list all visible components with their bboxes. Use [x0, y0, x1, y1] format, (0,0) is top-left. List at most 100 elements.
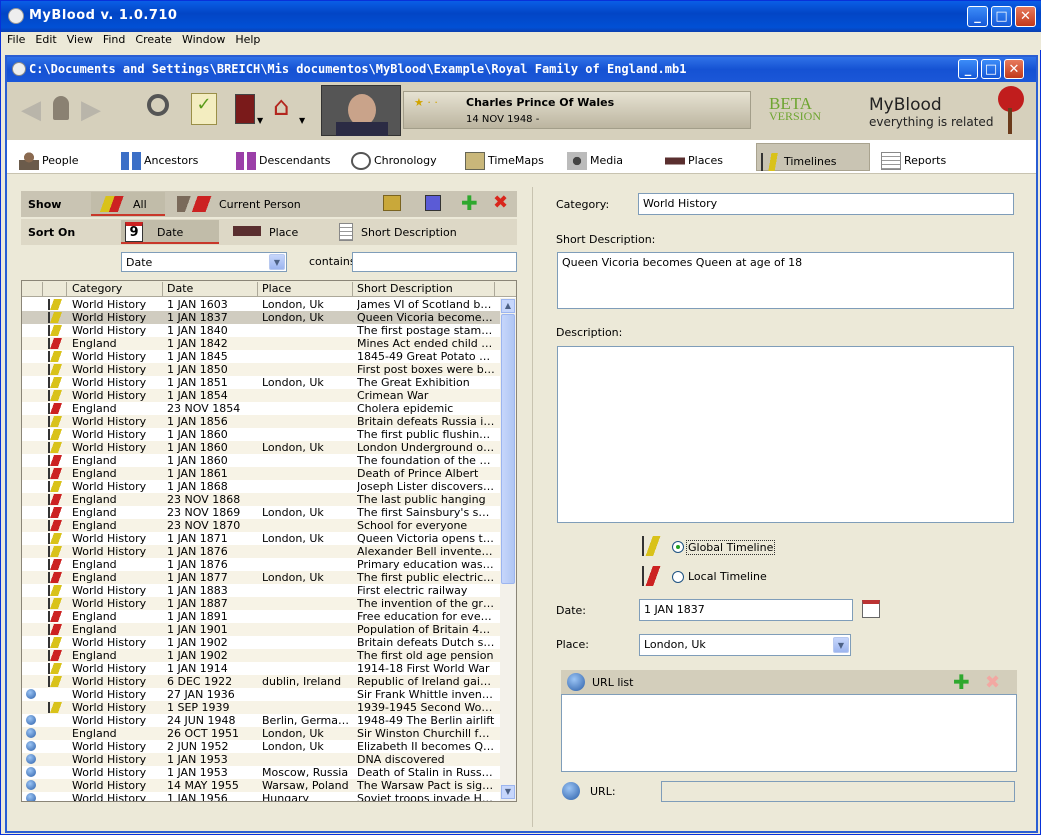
bookmark-icon[interactable] [235, 94, 255, 124]
table-row[interactable]: World History 1 SEP 1939 1939-1945 Second … [22, 701, 500, 714]
table-row[interactable]: World History 6 DEC 1922 dublin, Ireland Re… [22, 675, 500, 688]
calendar-picker-icon[interactable] [862, 600, 880, 618]
table-row[interactable]: World History 1 JAN 1902 Britain defeats D… [22, 636, 500, 649]
menu-create[interactable]: Create [130, 32, 177, 46]
menu-view[interactable]: View [62, 32, 98, 46]
table-row[interactable]: World History 1 JAN 1851 London, Uk The Gre… [22, 376, 500, 389]
document-titlebar[interactable]: C:\Documents and Settings\BREICH\Mis doc… [7, 57, 1036, 82]
global-timeline-radio[interactable] [672, 541, 684, 553]
table-row[interactable]: England 23 NOV 1870 School for everyone [22, 519, 500, 532]
table-row[interactable]: England 1 JAN 1861 Death of Prince Albert [22, 467, 500, 480]
tab-descendants[interactable]: Descendants [232, 143, 337, 171]
place-select[interactable]: London, Uk ▼ [639, 634, 851, 656]
add-icon[interactable]: ✚ [461, 193, 478, 213]
table-row[interactable]: World History 1 JAN 1914 1914-18 First Wor… [22, 662, 500, 675]
category-input[interactable]: World History [638, 193, 1014, 215]
add-url-icon[interactable]: ✚ [953, 672, 970, 692]
table-row[interactable]: World History 27 JAN 1936 Sir Frank Whittl… [22, 688, 500, 701]
tab-reports[interactable]: Reports [877, 143, 952, 171]
app-titlebar[interactable]: MyBlood v. 1.0.710 _ □ ✕ [1, 1, 1041, 32]
scroll-thumb[interactable] [501, 314, 515, 584]
short-description-textarea[interactable]: Queen Vicoria becomes Queen at age of 18 [557, 252, 1014, 309]
person-photo[interactable] [321, 85, 401, 136]
save-icon[interactable] [425, 195, 441, 211]
close-button[interactable]: ✕ [1015, 6, 1036, 27]
table-row[interactable]: World History 1 JAN 1876 Alexander Bell in… [22, 545, 500, 558]
description-textarea[interactable] [557, 346, 1014, 523]
current-person-card[interactable]: ★ · · Charles Prince Of Wales 14 NOV 194… [403, 91, 751, 129]
table-row[interactable]: England 1 JAN 1860 The foundation of the F… [22, 454, 500, 467]
column-date[interactable]: Date [167, 282, 193, 295]
sort-date-toggle[interactable]: 9 Date [121, 220, 219, 244]
table-row[interactable]: World History 1 JAN 1850 First post boxes … [22, 363, 500, 376]
table-row[interactable]: World History 1 JAN 1953 DNA discovered [22, 753, 500, 766]
filter-contains-input[interactable] [352, 252, 517, 272]
table-scrollbar[interactable]: ▲ ▼ [500, 298, 516, 801]
menu-file[interactable]: File [2, 32, 30, 46]
chevron-down-icon[interactable]: ▼ [269, 254, 285, 270]
global-timeline-label[interactable]: Global Timeline [686, 540, 776, 555]
forward-arrow-icon[interactable]: ▶ [81, 97, 101, 123]
doc-close-button[interactable]: ✕ [1004, 59, 1024, 79]
column-short-description[interactable]: Short Description [357, 282, 453, 295]
doc-minimize-button[interactable]: _ [958, 59, 978, 79]
scroll-down-icon[interactable]: ▼ [501, 785, 515, 799]
table-row[interactable]: World History 1 JAN 1953 Moscow, Russia Dea… [22, 766, 500, 779]
url-list-box[interactable] [561, 694, 1017, 772]
chevron-down-icon[interactable]: ▼ [833, 637, 849, 653]
delete-icon[interactable]: ✖ [493, 194, 508, 212]
table-row[interactable]: England 23 NOV 1869 London, Uk The first Sa… [22, 506, 500, 519]
table-row[interactable]: England 1 JAN 1902 The first old age pensi… [22, 649, 500, 662]
tab-timemaps[interactable]: TimeMaps [461, 143, 550, 171]
person-home-icon[interactable] [53, 96, 69, 120]
table-row[interactable]: World History 1 JAN 1860 The first public … [22, 428, 500, 441]
sort-place-toggle[interactable]: Place [229, 220, 323, 244]
table-row[interactable]: England 1 JAN 1901 Population of Britain 4… [22, 623, 500, 636]
table-row[interactable]: England 23 NOV 1868 The last public hangin… [22, 493, 500, 506]
url-input[interactable] [661, 781, 1015, 802]
tab-chronology[interactable]: Chronology [347, 143, 443, 171]
table-row[interactable]: England 23 NOV 1854 Cholera epidemic [22, 402, 500, 415]
table-row[interactable]: England 1 JAN 1891 Free education for ever… [22, 610, 500, 623]
remove-url-icon[interactable]: ✖ [985, 672, 1000, 693]
column-place[interactable]: Place [262, 282, 291, 295]
column-category[interactable]: Category [72, 282, 122, 295]
doc-maximize-button[interactable]: □ [981, 59, 1001, 79]
table-row[interactable]: World History 24 JUN 1948 Berlin, Germany 1… [22, 714, 500, 727]
checklist-icon[interactable]: ✓ [191, 93, 217, 125]
table-row[interactable]: England 1 JAN 1877 London, Uk The first pub… [22, 571, 500, 584]
table-row[interactable]: World History 1 JAN 1603 London, Uk James V… [22, 298, 500, 311]
table-row[interactable]: World History 14 MAY 1955 Warsaw, Poland Th… [22, 779, 500, 792]
menu-help[interactable]: Help [230, 32, 265, 46]
table-row[interactable]: England 1 JAN 1876 Primary education was m… [22, 558, 500, 571]
table-row[interactable]: World History 1 JAN 1837 London, Uk Queen V… [22, 311, 500, 324]
search-icon[interactable] [147, 94, 169, 116]
table-row[interactable]: England 1 JAN 1842 Mines Act ended child l… [22, 337, 500, 350]
table-row[interactable]: World History 1 JAN 1883 First electric ra… [22, 584, 500, 597]
scroll-up-icon[interactable]: ▲ [501, 299, 515, 313]
tab-media[interactable]: Media [563, 143, 629, 171]
tab-timelines[interactable]: Timelines [756, 143, 870, 171]
filter-field-select[interactable]: Date ▼ [121, 252, 287, 272]
maximize-button[interactable]: □ [991, 6, 1012, 27]
tab-places[interactable]: Places [661, 143, 729, 171]
date-input[interactable]: 1 JAN 1837 [639, 599, 853, 621]
table-row[interactable]: World History 1 JAN 1860 London, Uk London … [22, 441, 500, 454]
menu-edit[interactable]: Edit [30, 32, 61, 46]
table-row[interactable]: World History 1 JAN 1956 Hungary Soviet tro… [22, 792, 500, 801]
local-timeline-label[interactable]: Local Timeline [688, 570, 767, 583]
table-row[interactable]: England 26 OCT 1951 London, Uk Sir Winston … [22, 727, 500, 740]
tab-ancestors[interactable]: Ancestors [117, 143, 204, 171]
sort-short-description-toggle[interactable]: Short Description [335, 220, 475, 244]
menu-window[interactable]: Window [177, 32, 230, 46]
home-icon[interactable]: ⌂ [273, 92, 290, 122]
minimize-button[interactable]: _ [967, 6, 988, 27]
chevron-down-icon[interactable]: ▼ [257, 116, 263, 125]
menu-find[interactable]: Find [98, 32, 131, 46]
table-row[interactable]: World History 2 JUN 1952 London, Uk Elizabe… [22, 740, 500, 753]
show-all-toggle[interactable]: All [91, 192, 165, 216]
table-row[interactable]: World History 1 JAN 1887 The invention of … [22, 597, 500, 610]
table-row[interactable]: World History 1 JAN 1840 The first postage… [22, 324, 500, 337]
table-row[interactable]: World History 1 JAN 1854 Crimean War [22, 389, 500, 402]
show-current-person-toggle[interactable]: Current Person [173, 192, 303, 216]
